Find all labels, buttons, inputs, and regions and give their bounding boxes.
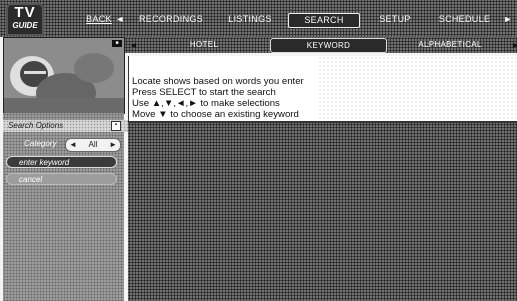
logo-tv-text: TV [14,4,36,21]
nav-search[interactable]: Search [288,13,360,28]
channel-indicator-icon: ■ [112,40,122,47]
main-nav: Back ◄ Recordings Listings Search Setup … [85,12,517,28]
nav-back[interactable]: Back [85,12,113,27]
nav-right-arrow-icon[interactable]: ► [503,12,513,27]
instruction-line-3: Use ▲,▼,◄,► to make selections [132,98,280,109]
logo-guide-text: GUIDE [12,21,38,30]
category-value: All [88,140,98,149]
results-area [128,123,517,301]
nav-schedule[interactable]: Schedule [427,12,502,27]
tab-alphabetical[interactable]: Alphabetical [390,38,510,51]
nav-setup[interactable]: Setup [370,12,420,27]
instruction-line-4-suffix: to choose an existing keyword [167,109,299,120]
instruction-line-4-prefix: Move [132,109,159,120]
category-row: Category ◄ All ► [8,138,121,152]
nav-left-arrow-icon[interactable]: ◄ [115,12,125,27]
tv-guide-logo: TV GUIDE [6,3,44,36]
panel-corner-icon: ▪ [111,121,121,131]
instructions-box: Locate shows based on words you enter Pr… [128,56,517,123]
search-options-panel: Search Options ▪ Category ◄ All ► enter … [3,113,129,301]
arrow-keys-icon: ▲,▼,◄,► [151,98,198,109]
category-selector[interactable]: ◄ All ► [65,138,121,152]
instruction-line-3-suffix: to make selections [197,98,280,109]
instruction-line-2: Press SELECT to start the search [132,87,276,98]
nav-recordings[interactable]: Recordings [131,12,211,27]
preview-image [4,38,124,113]
instruction-line-3-prefix: Use [132,98,152,109]
category-label: Category [24,139,57,148]
top-header: TV GUIDE Back ◄ Recordings Listings Sear… [0,0,517,37]
video-preview: ■ [3,37,125,114]
tab-keyword[interactable]: Keyword [270,38,387,53]
cancel-button[interactable]: cancel [6,173,117,185]
enter-keyword-button[interactable]: enter keyword [6,156,117,168]
info-background-pattern [318,56,517,121]
tab-hotel[interactable]: Hotel [145,38,263,51]
nav-listings[interactable]: Listings [215,12,285,27]
search-type-tabs: ◄ Hotel Keyword Alphabetical ► [125,37,517,53]
tabs-left-arrow-icon[interactable]: ◄ [129,39,138,51]
down-arrow-icon: ▼ [158,109,168,120]
instruction-line-1: Locate shows based on words you enter [132,76,304,87]
tabs-right-arrow-icon[interactable]: ► [511,39,517,51]
category-right-arrow-icon[interactable]: ► [109,139,117,151]
instruction-line-4: Move ▼ to choose an existing keyword [132,109,299,120]
category-left-arrow-icon[interactable]: ◄ [69,139,77,151]
